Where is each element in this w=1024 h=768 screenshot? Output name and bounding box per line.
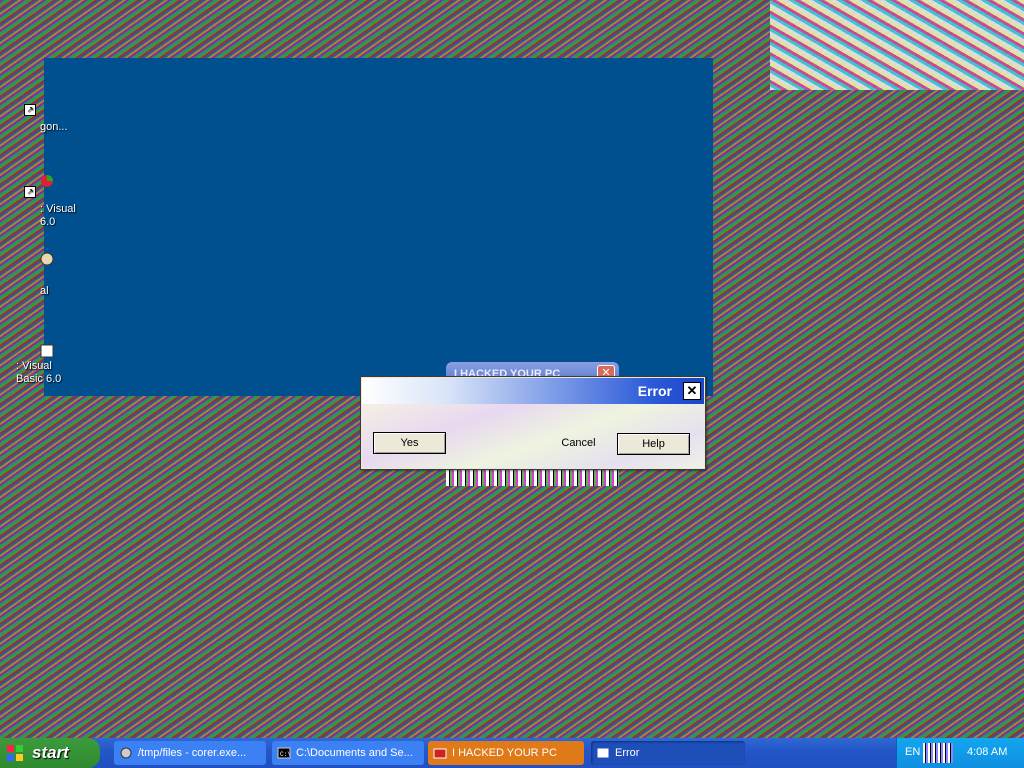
taskbar-item-label: I HACKED YOUR PC	[452, 747, 557, 759]
language-indicator[interactable]: EN	[905, 746, 920, 758]
desktop-icon-label: gon...	[40, 121, 68, 133]
taskbar-item-label: C:\Documents and Se...	[296, 747, 413, 759]
app-icon	[433, 748, 447, 759]
desktop-icon-label: : Visual Basic 6.0	[16, 360, 62, 385]
files-icon	[120, 747, 132, 759]
taskbar-item-label: Error	[615, 747, 640, 759]
taskbar-item-hacked[interactable]: I HACKED YOUR PC	[428, 741, 584, 765]
taskbar-item-files[interactable]: /tmp/files - corer.exe...	[114, 741, 266, 765]
tray-icons[interactable]	[923, 743, 953, 763]
dialog-title: Error	[637, 383, 672, 399]
window-icon	[596, 747, 610, 759]
visual-studio-icon	[41, 175, 53, 187]
desktop-icon-4[interactable]: : Visual Basic 6.0	[16, 344, 96, 392]
clock[interactable]: 4:08 AM	[967, 746, 1007, 758]
desktop-icon-2[interactable]: ↗ : Visual 6.0	[0, 175, 80, 228]
taskbar-item-error[interactable]: Error	[591, 741, 745, 765]
yes-button[interactable]: Yes	[373, 432, 446, 454]
cancel-button[interactable]: Cancel	[542, 433, 615, 455]
desktop-icon-3[interactable]: al	[0, 252, 80, 297]
taskbar-item-label: /tmp/files - corer.exe...	[138, 747, 247, 759]
start-button[interactable]: start	[0, 738, 100, 768]
glitch-strip	[446, 470, 619, 486]
desktop-icon-label: al	[40, 285, 49, 297]
visual-basic-icon	[40, 344, 54, 358]
start-label: start	[32, 743, 69, 762]
desktop: ↗ gon... ↗ : Visual 6.0 al : Visual Basi…	[0, 0, 1024, 738]
dialog-titlebar[interactable]: Error ✕	[362, 378, 704, 404]
shortcut-arrow-icon: ↗	[24, 104, 36, 116]
close-icon[interactable]: ✕	[683, 382, 701, 400]
desktop-icon-1[interactable]: ↗ gon...	[0, 104, 80, 134]
taskbar-item-cmd[interactable]: C:\ C:\Documents and Se...	[272, 741, 424, 765]
desktop-icon-label: : Visual 6.0	[40, 203, 76, 228]
console-icon: C:\	[277, 747, 291, 759]
shortcut-arrow-icon: ↗	[24, 186, 36, 198]
system-tray: EN 4:08 AM	[896, 738, 1024, 768]
wallpaper-streak	[770, 0, 1024, 90]
svg-text:C:\: C:\	[280, 751, 291, 758]
taskbar: start /tmp/files - corer.exe... C:\ C:\D…	[0, 738, 1024, 768]
blank-blue-window	[44, 58, 713, 396]
error-dialog: Error ✕	[360, 376, 706, 470]
windows-logo-icon	[7, 745, 23, 761]
help-button[interactable]: Help	[617, 433, 690, 455]
app-icon	[40, 252, 54, 266]
